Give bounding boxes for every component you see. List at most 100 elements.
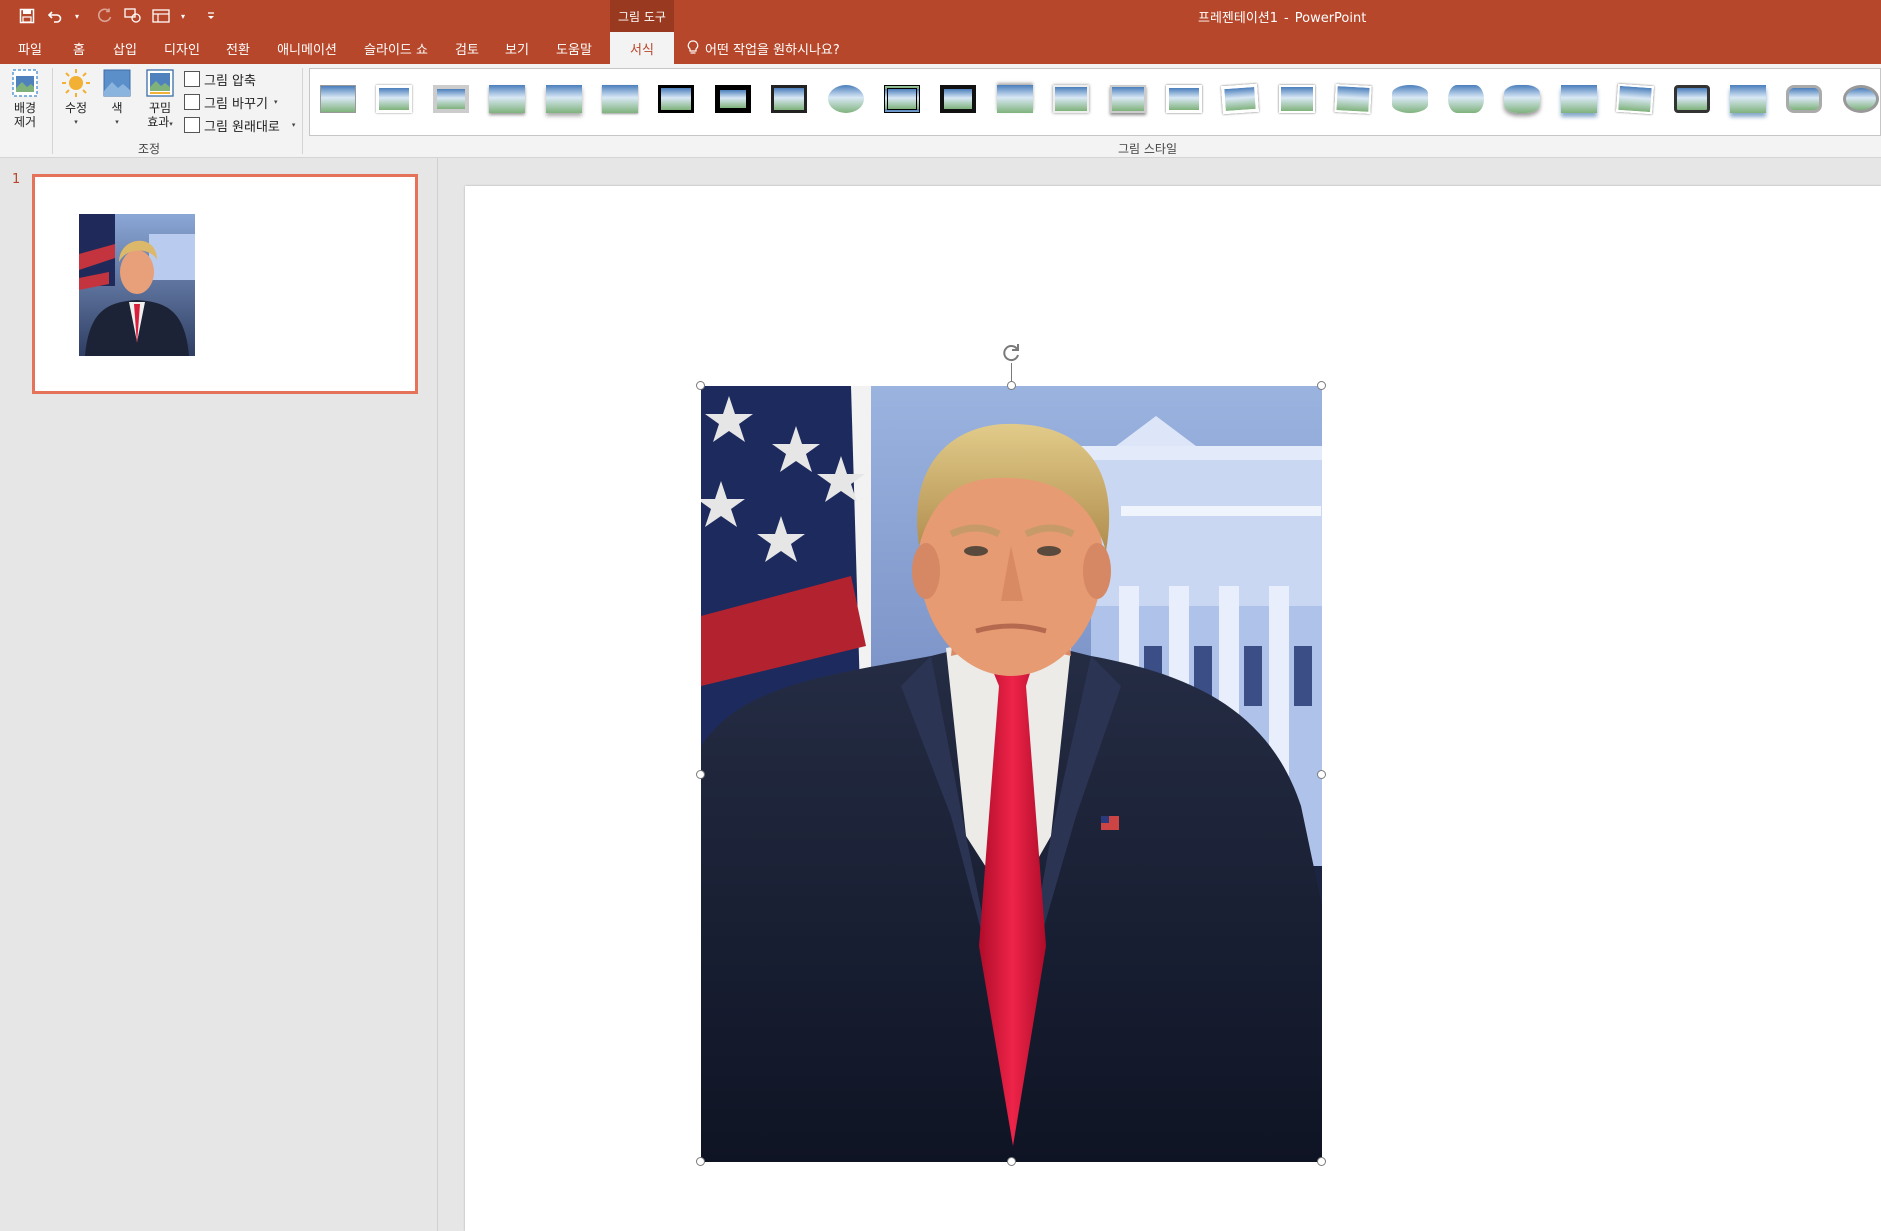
artistic-effects-label-2: 효과▾	[147, 115, 173, 129]
picture-style-option[interactable]	[1670, 77, 1714, 121]
chevron-down-icon: ▾	[291, 121, 296, 129]
picture-style-preview	[320, 85, 356, 113]
picture-style-option[interactable]	[485, 77, 529, 121]
undo-icon[interactable]	[46, 6, 64, 26]
reset-picture-button[interactable]: 그림 원래대로 ▾	[184, 115, 295, 135]
tab-file[interactable]: 파일	[8, 32, 52, 64]
picture-tools-context-title: 그림 도구	[610, 0, 674, 32]
tell-me-box[interactable]: 어떤 작업을 원하시나요?	[687, 32, 840, 64]
picture-styles-group-label: 그림 스타일	[1118, 142, 1178, 156]
resize-handle-right[interactable]	[1317, 770, 1326, 779]
slide-thumbnail[interactable]	[32, 174, 418, 394]
lightbulb-icon	[687, 40, 699, 54]
tab-animations[interactable]: 애니메이션	[270, 32, 344, 64]
picture-style-option[interactable]	[598, 77, 642, 121]
corrections-label: 수정	[64, 101, 88, 115]
picture-style-preview	[489, 85, 526, 113]
picture-style-option[interactable]	[1613, 77, 1657, 121]
picture-style-preview	[1842, 85, 1879, 113]
picture-style-option[interactable]	[372, 77, 416, 121]
picture-style-option[interactable]	[1500, 77, 1544, 121]
tab-help[interactable]: 도움말	[548, 32, 600, 64]
picture-styles-gallery[interactable]	[309, 68, 1881, 136]
tab-design[interactable]: 디자인	[156, 32, 208, 64]
reset-picture-icon	[184, 117, 200, 133]
picture-style-option[interactable]	[880, 77, 924, 121]
picture-style-preview	[1391, 85, 1428, 113]
compress-icon	[184, 71, 200, 87]
corrections-button[interactable]: 수정 ▾	[60, 68, 92, 129]
customize-icon[interactable]	[202, 6, 220, 26]
picture-style-option[interactable]	[654, 77, 698, 121]
picture-style-preview	[940, 85, 977, 113]
title-bar: ▾ ▾ 그림 도구 프레젠테이션1- PowerPoint	[0, 0, 1881, 32]
change-picture-button[interactable]: 그림 바꾸기 ▾	[184, 92, 277, 112]
tab-format[interactable]: 서식	[610, 32, 674, 64]
reset-picture-label: 그림 원래대로	[204, 119, 280, 135]
resize-handle-bottom-left[interactable]	[696, 1157, 705, 1166]
picture-style-option[interactable]	[1388, 77, 1432, 121]
artistic-effects-label-1: 꾸밈	[148, 101, 172, 115]
picture-style-option[interactable]	[824, 77, 868, 121]
resize-handle-bottom-right[interactable]	[1317, 1157, 1326, 1166]
touch-mode-icon[interactable]	[124, 6, 142, 26]
chevron-down-icon: ▾	[74, 118, 78, 126]
artistic-effects-button[interactable]: 꾸밈 효과▾	[142, 68, 178, 131]
picture-style-preview	[996, 85, 1033, 113]
tab-slideshow[interactable]: 슬라이드 쇼	[356, 32, 436, 64]
picture-style-preview	[1673, 85, 1710, 113]
resize-handle-top[interactable]	[1007, 381, 1016, 390]
picture-style-preview	[432, 85, 469, 113]
tab-transitions[interactable]: 전환	[216, 32, 260, 64]
ribbon-separator	[52, 68, 53, 154]
rotate-handle-icon[interactable]	[999, 341, 1023, 365]
picture-style-option[interactable]	[1275, 77, 1319, 121]
picture-style-option[interactable]	[1218, 77, 1262, 121]
picture-style-option[interactable]	[1444, 77, 1488, 121]
picture-style-option[interactable]	[316, 77, 360, 121]
resize-handle-left[interactable]	[696, 770, 705, 779]
tab-view[interactable]: 보기	[496, 32, 538, 64]
picture-style-preview	[1504, 85, 1541, 113]
quick-access-toolbar: ▾ ▾	[18, 6, 220, 26]
tab-home[interactable]: 홈	[62, 32, 96, 64]
slide-thumbnail-pane: 1	[0, 158, 438, 1231]
window-title: 프레젠테이션1- PowerPoint	[1198, 7, 1366, 26]
picture-style-option[interactable]	[1557, 77, 1601, 121]
resize-handle-bottom[interactable]	[1007, 1157, 1016, 1166]
remove-background-label-2: 제거	[13, 115, 37, 129]
redo-icon[interactable]	[96, 6, 114, 26]
picture-style-option[interactable]	[1049, 77, 1093, 121]
picture-style-option[interactable]	[1782, 77, 1826, 121]
picture-style-option[interactable]	[1726, 77, 1770, 121]
color-button[interactable]: 색 ▾	[102, 68, 132, 129]
picture-style-preview	[714, 85, 751, 113]
save-icon[interactable]	[18, 6, 36, 26]
ribbon-separator	[302, 68, 303, 154]
resize-handle-top-right[interactable]	[1317, 381, 1326, 390]
picture-style-option[interactable]	[711, 77, 755, 121]
undo-dropdown-icon[interactable]: ▾	[68, 6, 86, 26]
remove-background-button[interactable]: 배경 제거	[8, 68, 42, 129]
picture-style-option[interactable]	[1162, 77, 1206, 121]
picture-style-option[interactable]	[1331, 77, 1375, 121]
picture-style-option[interactable]	[1106, 77, 1150, 121]
picture-style-option[interactable]	[542, 77, 586, 121]
layout-dropdown-icon[interactable]: ▾	[174, 6, 192, 26]
picture-style-preview	[1334, 84, 1372, 114]
compress-pictures-button[interactable]: 그림 압축	[184, 69, 256, 89]
tab-insert[interactable]: 삽입	[104, 32, 146, 64]
change-picture-icon	[184, 94, 200, 110]
picture-style-option[interactable]	[993, 77, 1037, 121]
picture-style-option[interactable]	[1839, 77, 1880, 121]
picture-style-option[interactable]	[767, 77, 811, 121]
tab-review[interactable]: 검토	[446, 32, 488, 64]
picture-style-option[interactable]	[429, 77, 473, 121]
picture-style-option[interactable]	[936, 77, 980, 121]
picture-style-preview	[1053, 85, 1090, 113]
layout-icon[interactable]	[152, 6, 170, 26]
picture-style-preview	[1109, 85, 1146, 113]
resize-handle-top-left[interactable]	[696, 381, 705, 390]
picture-style-preview	[1616, 83, 1655, 115]
selected-portrait-picture[interactable]	[697, 386, 1322, 1162]
